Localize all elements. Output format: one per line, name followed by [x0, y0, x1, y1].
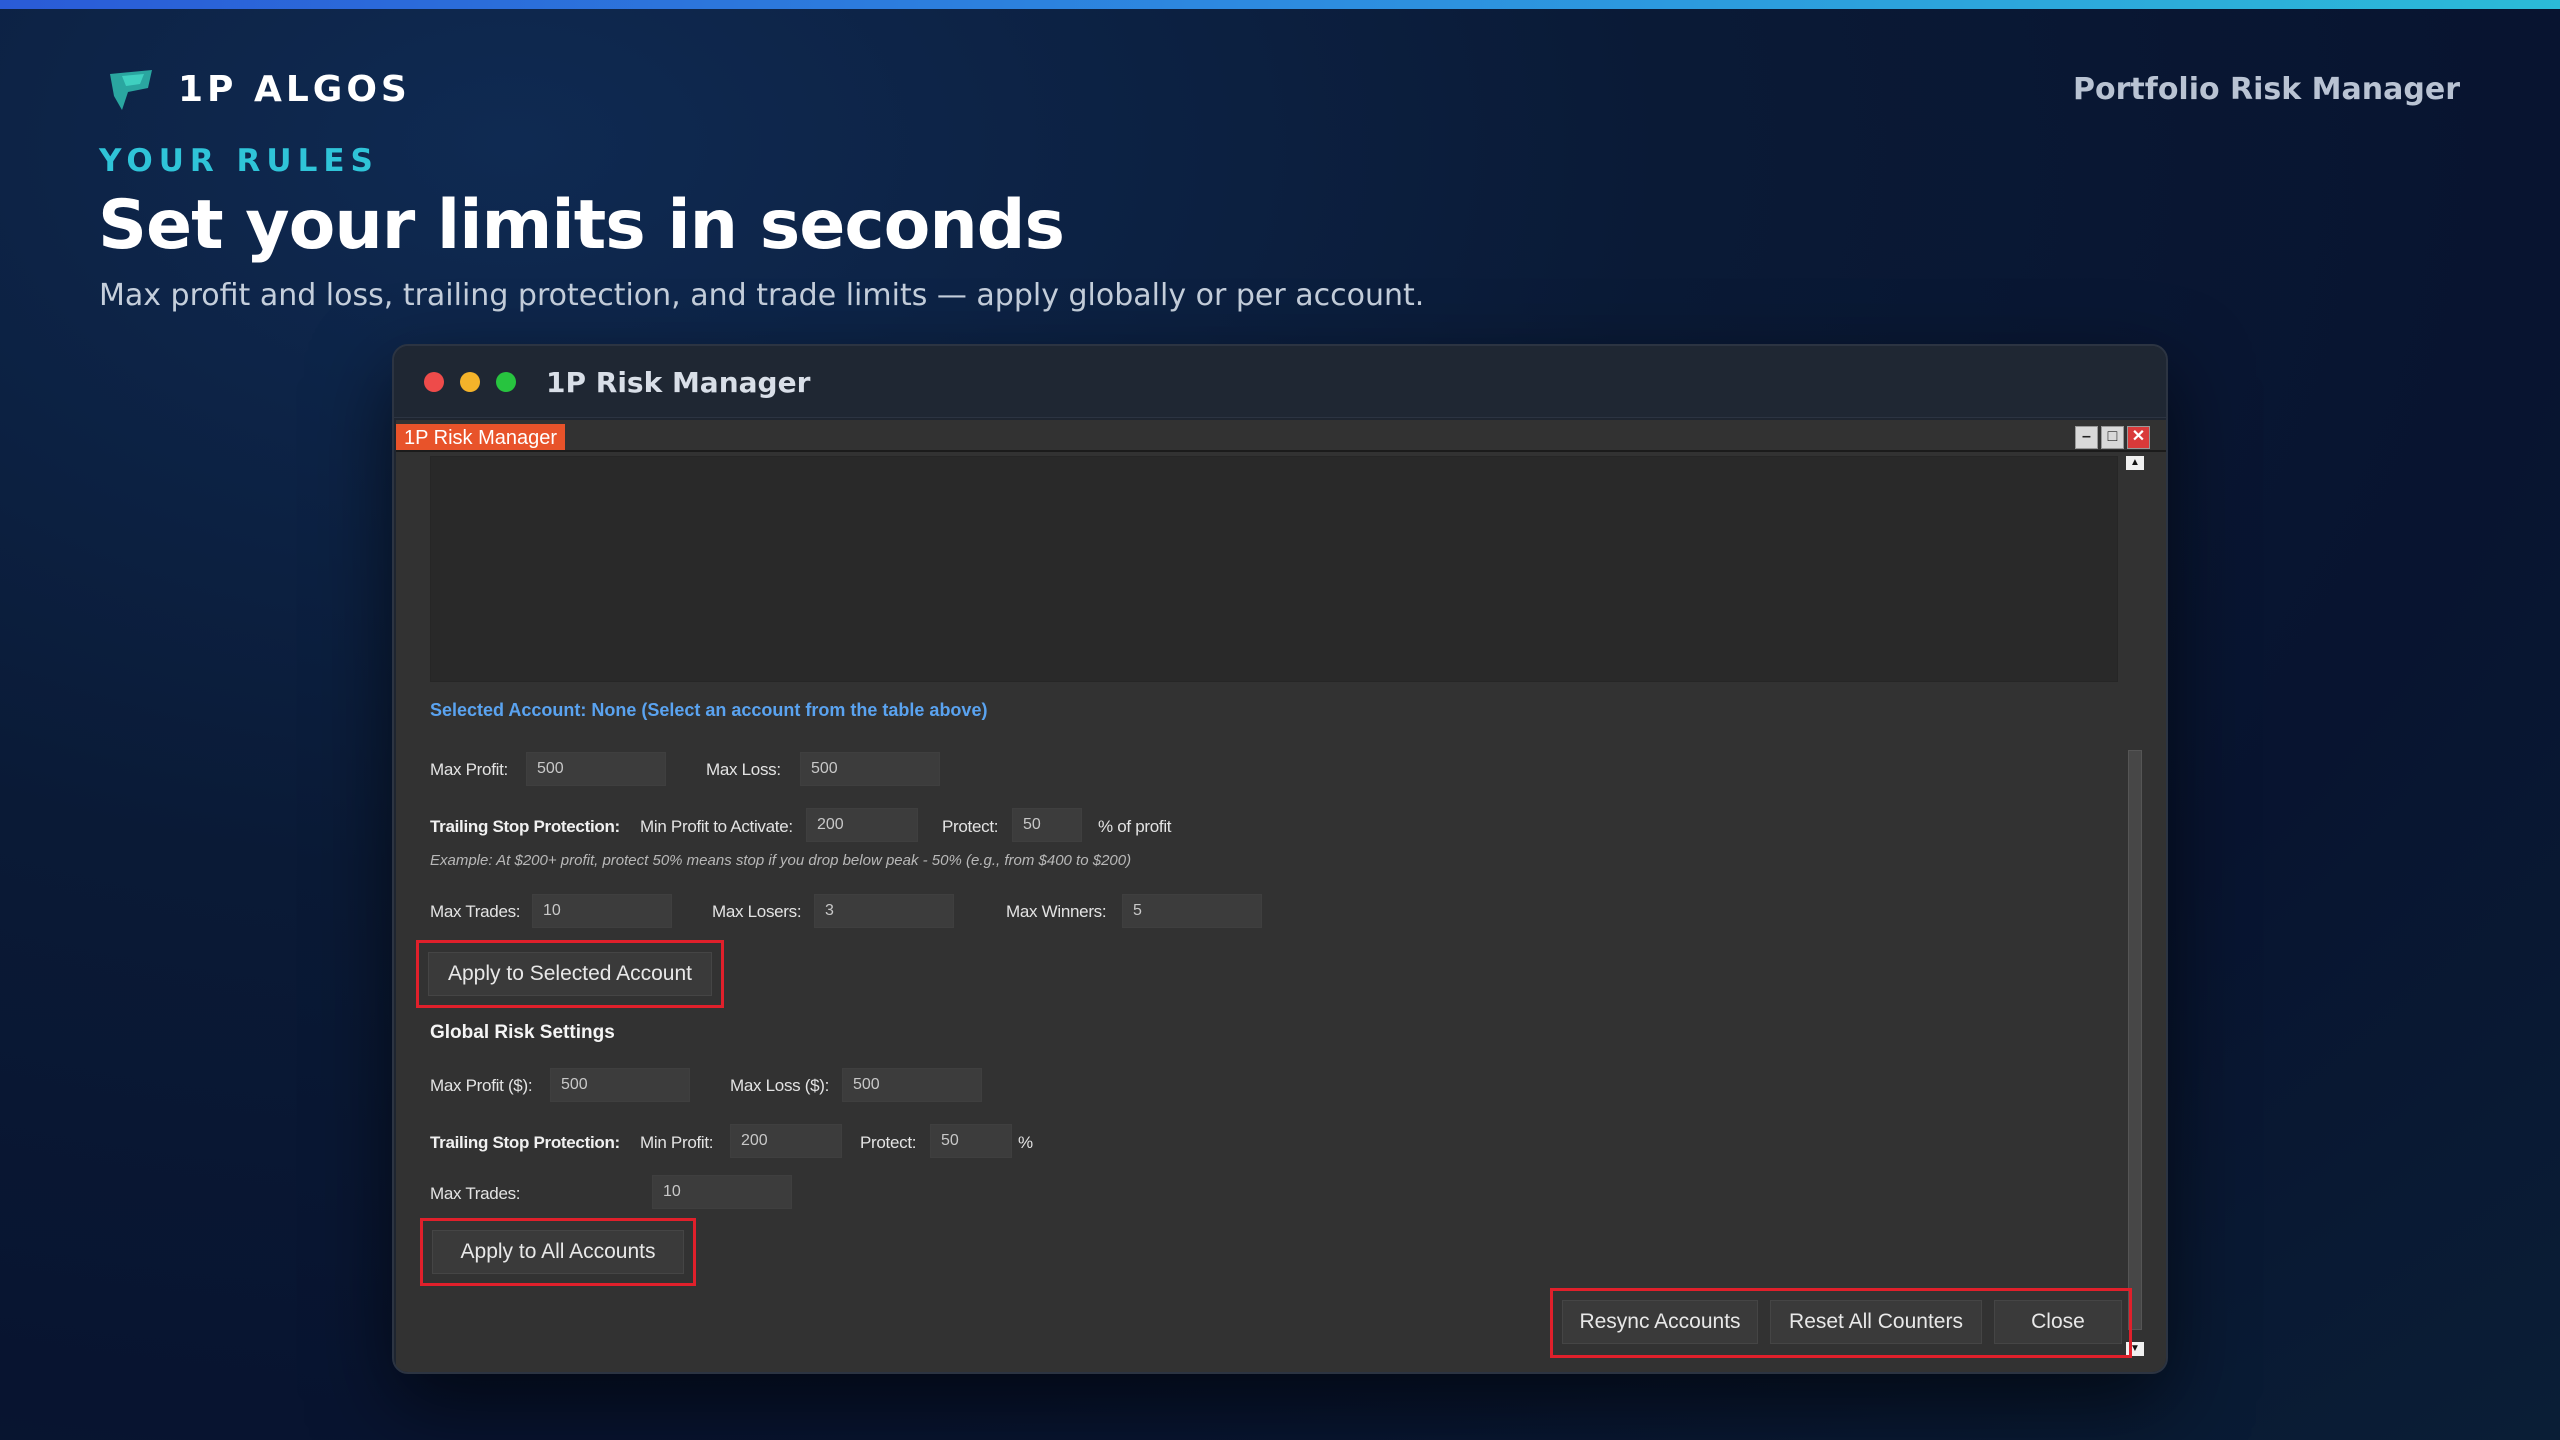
max-losers-label: Max Losers:: [712, 902, 802, 921]
trailing-stop-label: Trailing Stop Protection:: [430, 817, 620, 836]
mac-titlebar: 1P Risk Manager: [394, 346, 2166, 418]
scroll-up-icon[interactable]: ▲: [2126, 456, 2144, 470]
reset-counters-button[interactable]: Reset All Counters: [1770, 1300, 1982, 1344]
protect-field[interactable]: 50: [1012, 808, 1082, 842]
accounts-table[interactable]: [430, 456, 2118, 682]
global-protect-field[interactable]: 50: [930, 1124, 1012, 1158]
maximize-icon[interactable]: □: [2101, 426, 2124, 449]
global-max-loss-field[interactable]: 500: [842, 1068, 982, 1102]
max-losers-field[interactable]: 3: [814, 894, 954, 928]
top-accent-bar: [0, 0, 2560, 9]
global-protect-label: Protect:: [860, 1133, 917, 1152]
tab-strip: [396, 450, 2166, 452]
page-subtitle: Max profit and loss, trailing protection…: [99, 278, 1425, 313]
product-label: Portfolio Risk Manager: [2073, 72, 2460, 107]
max-trades-label: Max Trades:: [430, 902, 521, 921]
global-max-profit-label: Max Profit ($):: [430, 1076, 533, 1095]
global-max-trades-field[interactable]: 10: [652, 1175, 792, 1209]
window-title: 1P Risk Manager: [546, 366, 811, 399]
minimize-icon[interactable]: –: [2075, 426, 2098, 449]
max-profit-field[interactable]: 500: [526, 752, 666, 786]
max-winners-label: Max Winners:: [1006, 902, 1107, 921]
mac-window: 1P Risk Manager 1P Risk Manager – □ ✕ ▲ …: [392, 344, 2168, 1374]
brand: 1P ALGOS: [104, 66, 411, 112]
global-trailing-label: Trailing Stop Protection:: [430, 1133, 620, 1152]
global-protect-suffix: %: [1018, 1133, 1033, 1152]
global-settings-heading: Global Risk Settings: [430, 1022, 615, 1043]
apply-all-button[interactable]: Apply to All Accounts: [432, 1230, 684, 1274]
global-max-profit-field[interactable]: 500: [550, 1068, 690, 1102]
close-icon[interactable]: ✕: [2127, 426, 2150, 449]
scroll-thumb[interactable]: [2128, 750, 2142, 1330]
global-min-profit-field[interactable]: 200: [730, 1124, 842, 1158]
global-min-profit-label: Min Profit:: [640, 1133, 714, 1152]
max-loss-label: Max Loss:: [706, 760, 781, 779]
window-minimize-dot[interactable]: [460, 372, 480, 392]
min-profit-activate-field[interactable]: 200: [806, 808, 918, 842]
global-max-trades-label: Max Trades:: [430, 1184, 521, 1203]
window-zoom-dot[interactable]: [496, 372, 516, 392]
max-trades-field[interactable]: 10: [532, 894, 672, 928]
min-profit-activate-label: Min Profit to Activate:: [640, 817, 793, 836]
trailing-example: Example: At $200+ profit, protect 50% me…: [430, 852, 1132, 869]
max-winners-field[interactable]: 5: [1122, 894, 1262, 928]
selected-account-heading: Selected Account: None (Select an accoun…: [430, 700, 988, 720]
protect-suffix: % of profit: [1098, 817, 1172, 836]
scrollbar[interactable]: ▲ ▼: [2126, 456, 2146, 1356]
protect-label: Protect:: [942, 817, 999, 836]
risk-manager-app: 1P Risk Manager – □ ✕ ▲ ▼ Selected Accou…: [396, 420, 2166, 1372]
1p-logo-icon: [110, 70, 152, 110]
page-title: Set your limits in seconds: [98, 186, 1065, 265]
max-loss-field[interactable]: 500: [800, 752, 940, 786]
kicker: YOUR RULES: [99, 143, 379, 179]
window-close-dot[interactable]: [424, 372, 444, 392]
app-window-controls: – □ ✕: [2075, 426, 2150, 449]
brand-name: 1P ALGOS: [178, 68, 411, 110]
app-tab[interactable]: 1P Risk Manager: [396, 424, 566, 452]
max-profit-label: Max Profit:: [430, 760, 508, 779]
resync-accounts-button[interactable]: Resync Accounts: [1562, 1300, 1758, 1344]
apply-selected-button[interactable]: Apply to Selected Account: [428, 952, 712, 996]
global-max-loss-label: Max Loss ($):: [730, 1076, 830, 1095]
close-button[interactable]: Close: [1994, 1300, 2122, 1344]
